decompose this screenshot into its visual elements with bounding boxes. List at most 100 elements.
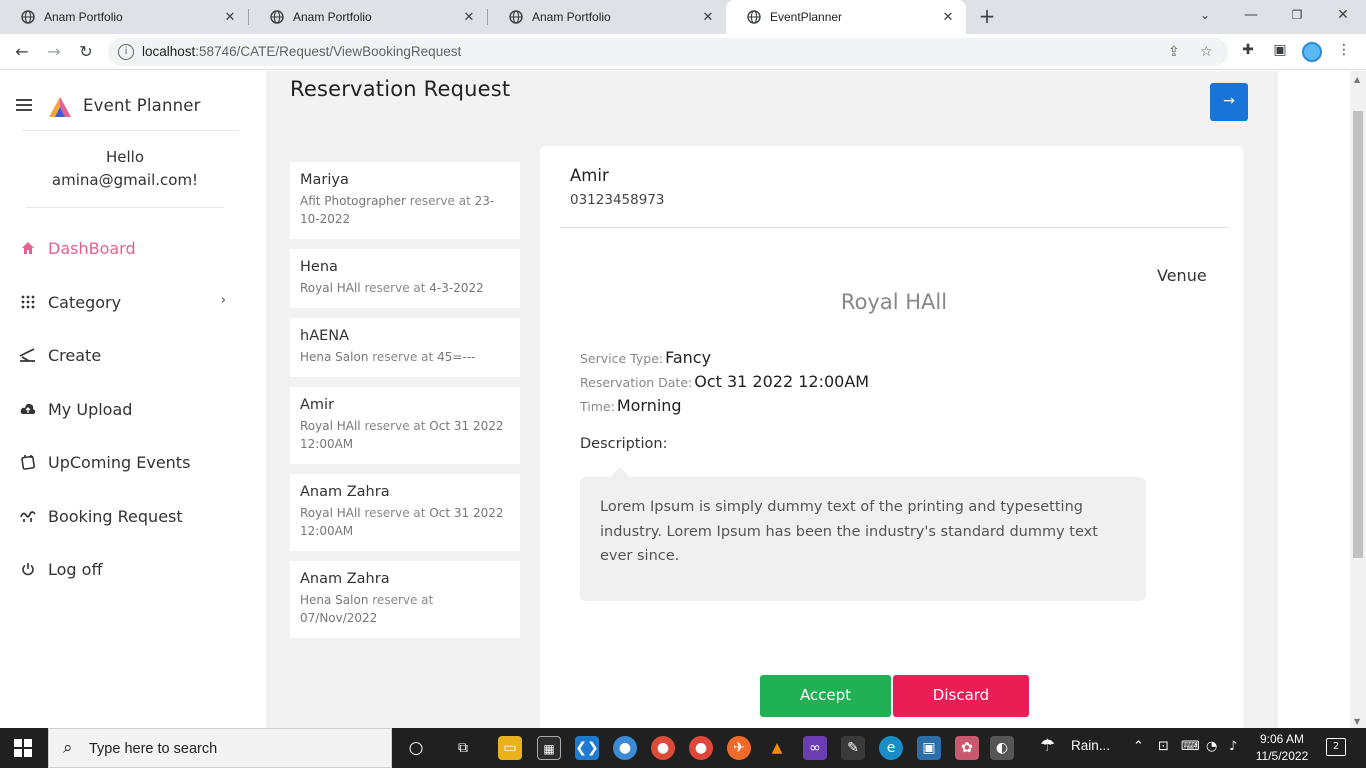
sidebar-item-booking-request[interactable]: Booking Request [18, 501, 238, 531]
volume-icon[interactable]: ♪ [1229, 739, 1237, 754]
globe-icon [746, 9, 762, 25]
page-scrollbar[interactable]: ▲ ▼ [1350, 71, 1366, 728]
sidebar-item-label: DashBoard [48, 238, 136, 258]
sidebar-item-category[interactable]: Category › [18, 287, 238, 317]
tab-title: Anam Portfolio [532, 10, 611, 24]
chrome-icon[interactable]: ● [651, 736, 675, 760]
windows-start-icon[interactable] [14, 739, 32, 757]
restore-button[interactable]: ❐ [1274, 0, 1320, 34]
side-panel-icon[interactable]: ▣ [1270, 40, 1290, 60]
home-icon [18, 238, 38, 258]
requester-name: hAENA [300, 328, 350, 344]
weather-umbrella-icon[interactable]: ☂ [1040, 736, 1055, 756]
request-summary: Royal HAll reserve at Oct 31 2022 12:00A… [300, 506, 504, 538]
close-window-button[interactable]: ✕ [1320, 0, 1366, 34]
paint-icon[interactable]: ✿ [955, 736, 979, 760]
upload-icon [18, 399, 38, 419]
request-summary: Hena Salon reserve at 07/Nov/2022 [300, 593, 434, 625]
site-info-icon[interactable]: i [118, 44, 134, 60]
close-tab-icon[interactable]: ✕ [222, 9, 238, 25]
minimize-button[interactable]: — [1228, 0, 1274, 34]
task-view-icon[interactable]: ⧉ [451, 736, 475, 760]
meet-now-icon[interactable]: ⊡ [1158, 739, 1169, 754]
visual-studio-icon[interactable]: ∞ [803, 736, 827, 760]
tab-search-icon[interactable]: ⌄ [1182, 0, 1228, 34]
discard-button[interactable]: Discard [893, 675, 1029, 717]
windows-taskbar: ⌕ Type here to search ○ ⧉ ▭ ▦ ❮❯ ● ● ● ✈… [0, 728, 1366, 768]
sidebar-item-label: Create [48, 345, 102, 365]
system-clock[interactable]: 9:06 AM 11/5/2022 [1252, 731, 1312, 765]
globe-icon [20, 9, 36, 25]
store-icon[interactable]: ▦ [537, 736, 561, 760]
sidebar-item-my-upload[interactable]: My Upload [18, 394, 238, 424]
divider [560, 227, 1229, 228]
main-content: Reservation Request → Mariya Afit Photog… [266, 71, 1278, 728]
sidebar-item-log-off[interactable]: Log off [18, 554, 238, 584]
share-icon[interactable]: ⇪ [1168, 44, 1180, 60]
sidebar-item-create[interactable]: Create [18, 340, 238, 370]
sidebar-item-label: Category [48, 292, 122, 312]
wifi-icon[interactable]: ◔ [1206, 739, 1217, 754]
user-greeting: Hello amina@gmail.com! [0, 146, 250, 192]
vscode-icon[interactable]: ❮❯ [575, 736, 599, 760]
browser-tab[interactable]: Anam Portfolio ✕ [0, 0, 248, 34]
sidebar-item-dashboard[interactable]: DashBoard [18, 233, 238, 263]
postman-icon[interactable]: ✈ [727, 736, 751, 760]
globe-icon [269, 9, 285, 25]
request-list-item[interactable]: Amir Royal HAll reserve at Oct 31 2022 1… [290, 387, 520, 464]
request-list-item[interactable]: Anam Zahra Hena Salon reserve at 07/Nov/… [290, 561, 520, 638]
notification-center-icon[interactable]: 2 [1326, 738, 1346, 756]
event-planner-logo [48, 96, 72, 118]
close-tab-icon[interactable]: ✕ [461, 9, 477, 25]
divider [22, 130, 239, 131]
cortana-icon[interactable]: ○ [404, 736, 428, 760]
browser-tab[interactable]: Anam Portfolio ✕ [488, 0, 726, 34]
request-list-item[interactable]: Mariya Afit Photographer reserve at 23-1… [290, 162, 520, 239]
game-icon[interactable]: ◐ [990, 736, 1014, 760]
sidebar: Event Planner Hello amina@gmail.com! Das… [0, 71, 258, 728]
request-list-item[interactable]: Hena Royal HAll reserve at 4-3-2022 [290, 249, 520, 308]
reservation-date-value: Oct 31 2022 12:00AM [694, 372, 870, 391]
weather-text[interactable]: Rain... [1071, 738, 1110, 753]
accept-button[interactable]: Accept [760, 675, 891, 717]
bookmark-star-icon[interactable]: ☆ [1200, 44, 1213, 60]
scroll-down-icon[interactable]: ▼ [1354, 717, 1360, 726]
request-summary: Hena Salon reserve at 45=--- [300, 350, 476, 364]
time-row: Time: Morning [580, 396, 682, 415]
browser-tab[interactable]: Anam Portfolio ✕ [249, 0, 487, 34]
edge-icon[interactable]: e [879, 736, 903, 760]
extensions-puzzle-icon[interactable]: ✚ [1238, 40, 1258, 60]
tools-icon[interactable]: ✎ [841, 736, 865, 760]
sidebar-item-label: Booking Request [48, 506, 183, 526]
vlc-icon[interactable]: ▲ [765, 736, 789, 760]
requester-name: Mariya [300, 172, 349, 188]
scroll-up-icon[interactable]: ▲ [1354, 75, 1360, 84]
back-arrow-icon[interactable]: ← [10, 40, 34, 64]
keyboard-language-icon[interactable]: ⌨ [1181, 739, 1200, 754]
chrome-alt-icon[interactable]: ● [689, 736, 713, 760]
file-explorer-icon[interactable]: ▭ [498, 736, 522, 760]
hamburger-menu-icon[interactable] [16, 99, 32, 111]
chevron-up-icon[interactable]: ⌃ [1133, 739, 1144, 754]
close-tab-icon[interactable]: ✕ [700, 9, 716, 25]
scrollbar-thumb[interactable] [1353, 111, 1363, 558]
detail-phone: 03123458973 [570, 192, 665, 208]
more-menu-icon[interactable]: ⋮ [1334, 40, 1354, 60]
sidebar-item-upcoming-events[interactable]: UpComing Events [18, 447, 238, 477]
new-tab-button[interactable]: + [976, 5, 998, 29]
browser-tab-active[interactable]: EventPlanner ✕ [726, 0, 966, 34]
reservation-date-label: Reservation Date: [580, 375, 693, 390]
forward-arrow-icon[interactable]: → [42, 40, 66, 64]
taskbar-search-box[interactable]: ⌕ Type here to search [48, 728, 392, 768]
reload-icon[interactable]: ↻ [74, 40, 98, 64]
chrome-profile-icon[interactable]: ● [613, 736, 637, 760]
search-icon: ⌕ [63, 738, 73, 758]
request-list-item[interactable]: hAENA Hena Salon reserve at 45=--- [290, 318, 520, 377]
next-arrow-button[interactable]: → [1210, 83, 1248, 121]
sidebar-item-label: Log off [48, 559, 103, 579]
request-list-item[interactable]: Anam Zahra Royal HAll reserve at Oct 31 … [290, 474, 520, 551]
profile-avatar[interactable] [1302, 42, 1322, 62]
close-tab-icon[interactable]: ✕ [940, 9, 956, 25]
address-bar[interactable]: i localhost:58746/CATE/Request/ViewBooki… [108, 38, 1228, 66]
photos-icon[interactable]: ▣ [917, 736, 941, 760]
